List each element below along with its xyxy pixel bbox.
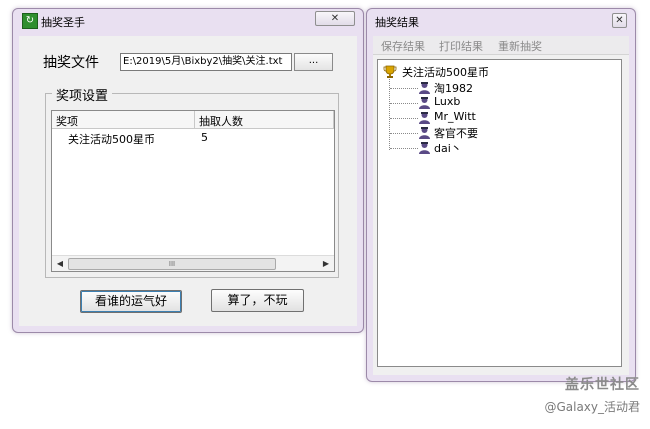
- redraw-button[interactable]: 重新抽奖: [498, 38, 542, 54]
- prize-name-cell: 关注活动500星币: [68, 133, 155, 146]
- horizontal-scrollbar[interactable]: ◀ III ▶: [52, 255, 334, 271]
- user-icon: [418, 81, 431, 94]
- lottery-client: 抽奖文件 E:\2019\5月\Bixby2\抽奖\关注.txt ... 奖项设…: [19, 36, 357, 326]
- scroll-left-icon[interactable]: ◀: [53, 257, 67, 270]
- prize-settings-group: 奖项设置 奖项 抽取人数 关注活动500星币 5 ◀ III ▶: [45, 85, 339, 278]
- column-count[interactable]: 抽取人数: [199, 113, 243, 129]
- lottery-titlebar[interactable]: ↻ 抽奖圣手 ✕: [13, 9, 363, 31]
- lottery-window: ↻ 抽奖圣手 ✕ 抽奖文件 E:\2019\5月\Bixby2\抽奖\关注.tx…: [12, 8, 364, 333]
- column-divider[interactable]: [194, 111, 195, 128]
- results-window-title: 抽奖结果: [375, 16, 419, 29]
- tree-connector: [390, 88, 418, 89]
- results-tree[interactable]: 关注活动500星币 淘1982 Luxb Mr_Witt 客官不要 dai丶: [377, 59, 622, 367]
- prize-list-header: 奖项 抽取人数: [52, 111, 334, 129]
- user-icon: [418, 126, 431, 139]
- close-icon[interactable]: ✕: [315, 11, 355, 26]
- winner-item[interactable]: Luxb: [434, 95, 460, 108]
- tree-connector: [390, 133, 418, 134]
- quit-button[interactable]: 算了，不玩: [211, 289, 304, 312]
- results-toolbar: 保存结果 打印结果 重新抽奖: [373, 36, 629, 55]
- winner-item[interactable]: 客官不要: [434, 125, 478, 141]
- prize-count-cell: 5: [201, 131, 208, 144]
- results-window: 抽奖结果 ✕ 保存结果 打印结果 重新抽奖 关注活动500星币 淘1982 Lu…: [366, 8, 636, 382]
- user-icon: [418, 141, 431, 154]
- results-client: 保存结果 打印结果 重新抽奖 关注活动500星币 淘1982 Luxb Mr_W…: [373, 36, 629, 375]
- close-icon[interactable]: ✕: [612, 13, 627, 28]
- prize-list[interactable]: 奖项 抽取人数 关注活动500星币 5 ◀ III ▶: [51, 110, 335, 272]
- tree-connector: [389, 79, 390, 150]
- table-row[interactable]: 关注活动500星币 5: [52, 130, 334, 146]
- file-path-field[interactable]: E:\2019\5月\Bixby2\抽奖\关注.txt: [120, 53, 292, 71]
- column-divider[interactable]: [333, 111, 334, 128]
- draw-button[interactable]: 看谁的运气好: [80, 290, 182, 313]
- tree-connector: [390, 148, 418, 149]
- watermark-author: @Galaxy_活动君: [544, 400, 640, 414]
- prize-settings-title: 奖项设置: [52, 85, 113, 104]
- tree-root-label[interactable]: 关注活动500星币: [402, 64, 489, 80]
- scroll-right-icon[interactable]: ▶: [319, 257, 333, 270]
- save-results-button[interactable]: 保存结果: [381, 38, 425, 54]
- lottery-window-title: 抽奖圣手: [41, 16, 85, 29]
- print-results-button[interactable]: 打印结果: [439, 38, 483, 54]
- tree-connector: [390, 103, 418, 104]
- user-icon: [418, 111, 431, 124]
- watermark-site: 盖乐世社区: [565, 377, 640, 393]
- app-icon: ↻: [22, 13, 38, 29]
- user-icon: [418, 96, 431, 109]
- winner-item[interactable]: 淘1982: [434, 80, 473, 96]
- file-label: 抽奖文件: [43, 55, 99, 71]
- browse-button[interactable]: ...: [294, 53, 333, 71]
- winner-item[interactable]: Mr_Witt: [434, 110, 476, 123]
- trophy-icon: [383, 65, 397, 78]
- winner-item[interactable]: dai丶: [434, 140, 462, 156]
- column-prize[interactable]: 奖项: [56, 113, 78, 129]
- scroll-thumb[interactable]: III: [68, 258, 276, 270]
- results-titlebar[interactable]: 抽奖结果 ✕: [367, 9, 635, 31]
- tree-connector: [390, 118, 418, 119]
